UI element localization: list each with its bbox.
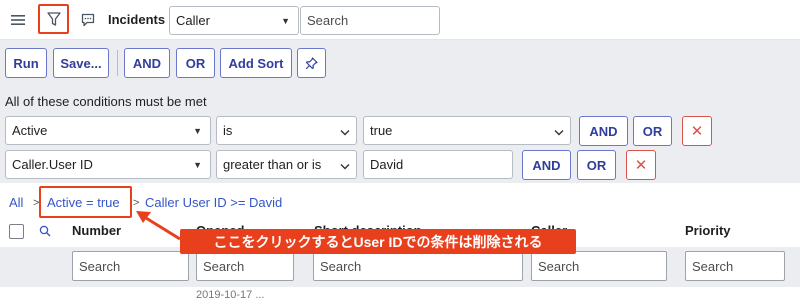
and-button[interactable]: AND bbox=[124, 48, 170, 78]
caret-down-icon: ▼ bbox=[193, 159, 202, 170]
search-field-select-value: Caller bbox=[176, 13, 210, 28]
or-button[interactable]: OR bbox=[176, 48, 215, 78]
remove-condition-button[interactable]: ✕ bbox=[626, 150, 656, 180]
hamburger-menu-icon[interactable] bbox=[8, 10, 28, 30]
caret-down-icon: ▼ bbox=[193, 125, 202, 136]
condition-operator-value: is bbox=[223, 123, 233, 138]
page-title: Incidents bbox=[108, 12, 166, 27]
breadcrumb-active-true[interactable]: Active = true bbox=[47, 195, 120, 210]
condition-and-button[interactable]: AND bbox=[522, 150, 571, 180]
add-sort-button[interactable]: Add Sort bbox=[220, 48, 292, 78]
pin-button[interactable] bbox=[297, 48, 326, 78]
column-search-short-description[interactable]: Search bbox=[313, 251, 523, 281]
chevron-down-icon bbox=[340, 157, 350, 172]
condition-field-select[interactable]: Caller.User ID ▼ bbox=[5, 150, 211, 179]
pushpin-icon bbox=[305, 56, 318, 70]
save-button[interactable]: Save... bbox=[53, 48, 109, 78]
column-search-opened[interactable]: Search bbox=[196, 251, 294, 281]
annotation-callout: ここをクリックするとUser IDでの条件は削除される bbox=[180, 229, 576, 254]
column-search-number[interactable]: Search bbox=[72, 251, 189, 281]
condition-or-button[interactable]: OR bbox=[577, 150, 616, 180]
caret-down-icon: ▼ bbox=[281, 15, 290, 26]
condition-value-text: true bbox=[370, 123, 393, 138]
condition-value-select[interactable]: true bbox=[363, 116, 571, 145]
chevron-down-icon bbox=[554, 123, 564, 138]
close-icon: ✕ bbox=[634, 157, 648, 174]
condition-field-value: Caller.User ID bbox=[12, 157, 93, 172]
remove-condition-button[interactable]: ✕ bbox=[682, 116, 712, 146]
condition-operator-value: greater than or is bbox=[223, 157, 322, 172]
list-search-input[interactable]: Search bbox=[300, 6, 440, 35]
column-search-caller[interactable]: Search bbox=[531, 251, 667, 281]
select-all-checkbox[interactable] bbox=[9, 224, 24, 239]
annotation-arrow bbox=[136, 211, 181, 241]
toolbar-divider bbox=[117, 50, 118, 76]
filter-toggle-button[interactable] bbox=[38, 4, 69, 34]
condition-and-button[interactable]: AND bbox=[579, 116, 628, 146]
run-button[interactable]: Run bbox=[5, 48, 47, 78]
funnel-icon bbox=[46, 11, 61, 27]
column-header-priority[interactable]: Priority bbox=[685, 223, 731, 238]
column-header-number[interactable]: Number bbox=[72, 223, 121, 238]
condition-field-select[interactable]: Active ▼ bbox=[5, 116, 211, 145]
condition-or-button[interactable]: OR bbox=[633, 116, 672, 146]
condition-value-input[interactable]: David bbox=[363, 150, 513, 179]
condition-operator-select[interactable]: is bbox=[216, 116, 357, 145]
chat-bubble-icon[interactable] bbox=[78, 10, 98, 30]
search-icon[interactable] bbox=[38, 224, 52, 238]
conditions-heading: All of these conditions must be met bbox=[5, 94, 207, 109]
close-icon: ✕ bbox=[690, 123, 704, 140]
breadcrumb-all[interactable]: All bbox=[9, 195, 23, 210]
column-search-priority[interactable]: Search bbox=[685, 251, 785, 281]
search-field-select[interactable]: Caller ▼ bbox=[169, 6, 299, 35]
chevron-down-icon bbox=[340, 123, 350, 138]
partial-row-text: 2019-10-17 ... bbox=[196, 289, 265, 301]
condition-field-value: Active bbox=[12, 123, 48, 138]
condition-operator-select[interactable]: greater than or is bbox=[216, 150, 357, 179]
